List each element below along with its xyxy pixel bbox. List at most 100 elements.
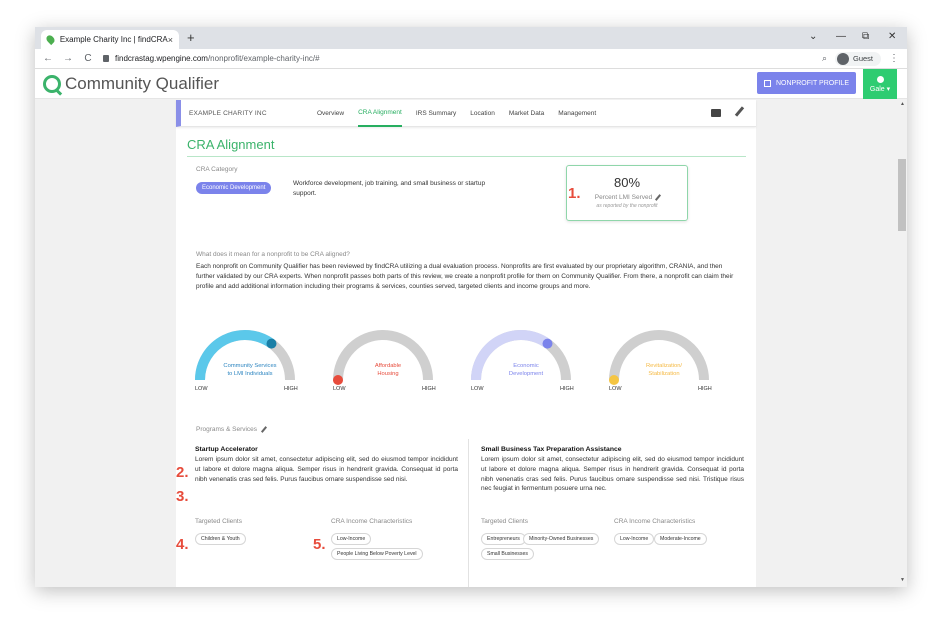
gauge-high-label: HIGH <box>422 386 436 392</box>
lmi-percent: 80% <box>613 175 641 190</box>
url-field[interactable]: findcrastag.wpengine.com/nonprofit/examp… <box>103 54 822 63</box>
gauge-indicator-dot <box>609 375 619 385</box>
cra-category-label: CRA Category <box>196 166 238 173</box>
scroll-up-arrow-icon[interactable]: ▲ <box>900 101 905 107</box>
pencil-icon[interactable] <box>734 106 745 117</box>
tab-location[interactable]: Location <box>470 100 495 127</box>
targeted-clients-label: Targeted Clients <box>481 518 528 525</box>
targeted-client-tag: Small Businesses <box>481 548 534 560</box>
reload-button[interactable]: C <box>83 53 93 64</box>
browser-window: Example Charity Inc | findCRA × + ⌄ — ⧉ … <box>35 27 907 587</box>
gauge-label: Economic Development <box>508 363 544 378</box>
income-tag: Low-Income <box>614 533 655 545</box>
program-name: Startup Accelerator <box>195 446 258 453</box>
gauge-low-label: LOW <box>471 386 484 392</box>
gauge-low-label: LOW <box>609 386 622 392</box>
lock-icon <box>103 55 109 62</box>
lmi-served-box: 80% Percent LMI Served as reported by th… <box>566 165 688 221</box>
lmi-note: as reported by the nonprofit <box>596 203 658 210</box>
gauge-community-services: Community Services to LMI Individuals LOW… <box>195 328 325 398</box>
findcra-favicon-icon <box>44 33 57 46</box>
nonprofit-card: EXAMPLE CHARITY INC Overview CRA Alignme… <box>176 100 756 587</box>
gauge-indicator-dot <box>333 375 343 385</box>
back-button[interactable]: ← <box>43 53 53 64</box>
profile-button[interactable]: Guest <box>834 51 881 66</box>
tab-strip: Example Charity Inc | findCRA × + ⌄ — ⧉ … <box>35 27 907 49</box>
gauge-indicator-dot <box>542 338 553 349</box>
cra-aligned-text: Each nonprofit on Community Qualifier ha… <box>196 263 734 291</box>
tab-irs-summary[interactable]: IRS Summary <box>416 100 456 127</box>
nonprofit-profile-button[interactable]: NONPROFIT PROFILE <box>757 72 856 94</box>
annotation-number: 5. <box>313 536 326 553</box>
program-description: Lorem ipsum dolor sit amet, consectetur … <box>481 456 744 493</box>
minimize-button[interactable]: — <box>836 31 846 42</box>
lmi-label: Percent LMI Served <box>594 194 653 202</box>
column-divider <box>468 439 469 587</box>
url-path: /nonprofit/example-charity-inc/# <box>207 54 320 63</box>
gauge-label: Revitalization/Stabilization <box>645 363 683 378</box>
targeted-client-tag: Minority-Owned Businesses <box>523 533 600 545</box>
income-tag: Low-Income <box>331 533 372 545</box>
forward-button[interactable]: → <box>63 53 73 64</box>
gauge-high-label: HIGH <box>284 386 298 392</box>
annotation-number: 4. <box>176 536 189 553</box>
profile-name: Guest <box>852 54 873 63</box>
cra-category-description: Workforce development, job training, and… <box>293 180 486 197</box>
tab-overview[interactable]: Overview <box>317 100 344 127</box>
gauge-low-label: LOW <box>195 386 208 392</box>
brand-name[interactable]: Community Qualifier <box>65 74 219 94</box>
pencil-icon[interactable] <box>261 426 268 433</box>
scrollbar-thumb[interactable] <box>898 159 906 231</box>
tab-close-icon[interactable]: × <box>168 35 173 45</box>
community-qualifier-logo-icon[interactable] <box>43 74 61 93</box>
cra-aligned-heading: What does it mean for a nonprofit to be … <box>196 251 350 258</box>
tab-search-chevron-icon[interactable]: ⌄ <box>809 31 817 42</box>
gauge-low-label: LOW <box>333 386 346 392</box>
avatar <box>836 52 849 65</box>
nonprofit-profile-label: NONPROFIT PROFILE <box>776 79 849 87</box>
url-host: findcrastag.wpengine.com <box>115 54 208 63</box>
gauge-indicator-dot <box>266 338 277 349</box>
tab-management[interactable]: Management <box>558 100 596 127</box>
income-characteristics-label: CRA Income Characteristics <box>614 518 696 525</box>
cra-category-pill: Economic Development <box>196 182 272 194</box>
zoom-icon[interactable]: ⌕ <box>822 53 827 64</box>
gauge-label: Affordable Housing <box>374 363 402 378</box>
scroll-down-arrow-icon[interactable]: ▼ <box>900 577 905 583</box>
maximize-button[interactable]: ⧉ <box>862 31 869 42</box>
program-item: Startup Accelerator Lorem ipsum dolor si… <box>195 446 458 484</box>
org-name: EXAMPLE CHARITY INC <box>189 109 267 117</box>
browser-tab[interactable]: Example Charity Inc | findCRA × <box>41 30 179 49</box>
program-name: Small Business Tax Preparation Assistanc… <box>481 446 622 453</box>
user-menu-button[interactable]: Gale ▾ <box>863 69 897 99</box>
targeted-client-tag: Children & Youth <box>195 533 246 545</box>
lmi-label-row: Percent LMI Served <box>567 194 687 201</box>
targeted-client-tag: Entrepreneurs <box>481 533 526 545</box>
program-item: Small Business Tax Preparation Assistanc… <box>481 446 744 494</box>
income-characteristics-label: CRA Income Characteristics <box>331 518 413 525</box>
profile-subnav: EXAMPLE CHARITY INC Overview CRA Alignme… <box>176 100 756 127</box>
gauge-affordable-housing: Affordable Housing LOW HIGH <box>333 328 463 398</box>
gauge-high-label: HIGH <box>560 386 574 392</box>
user-name: Gale ▾ <box>869 85 891 93</box>
browser-menu-icon[interactable]: ⋮ <box>889 53 899 64</box>
tab-cra-alignment[interactable]: CRA Alignment <box>358 100 402 127</box>
targeted-clients-label: Targeted Clients <box>195 518 242 525</box>
gauge-economic-development: Economic Development LOW HIGH <box>471 328 601 398</box>
tab-market-data[interactable]: Market Data <box>509 100 544 127</box>
user-icon <box>876 75 884 83</box>
income-tag: People Living Below Poverty Level <box>331 548 423 560</box>
section-title: CRA Alignment <box>187 137 746 157</box>
building-icon <box>764 79 771 87</box>
printer-icon[interactable] <box>711 109 721 117</box>
annotation-number: 2. <box>176 464 189 481</box>
close-window-button[interactable]: ✕ <box>888 31 896 42</box>
page-scrollbar[interactable] <box>897 100 907 587</box>
annotation-number: 3. <box>176 488 189 505</box>
pencil-icon[interactable] <box>655 194 662 201</box>
tab-title: Example Charity Inc | findCRA <box>59 35 168 44</box>
programs-heading: Programs & Services <box>196 426 268 433</box>
page-content: EXAMPLE CHARITY INC Overview CRA Alignme… <box>35 100 897 587</box>
gauge-revitalization: Revitalization/Stabilization LOW HIGH <box>609 328 739 398</box>
new-tab-button[interactable]: + <box>187 30 195 45</box>
